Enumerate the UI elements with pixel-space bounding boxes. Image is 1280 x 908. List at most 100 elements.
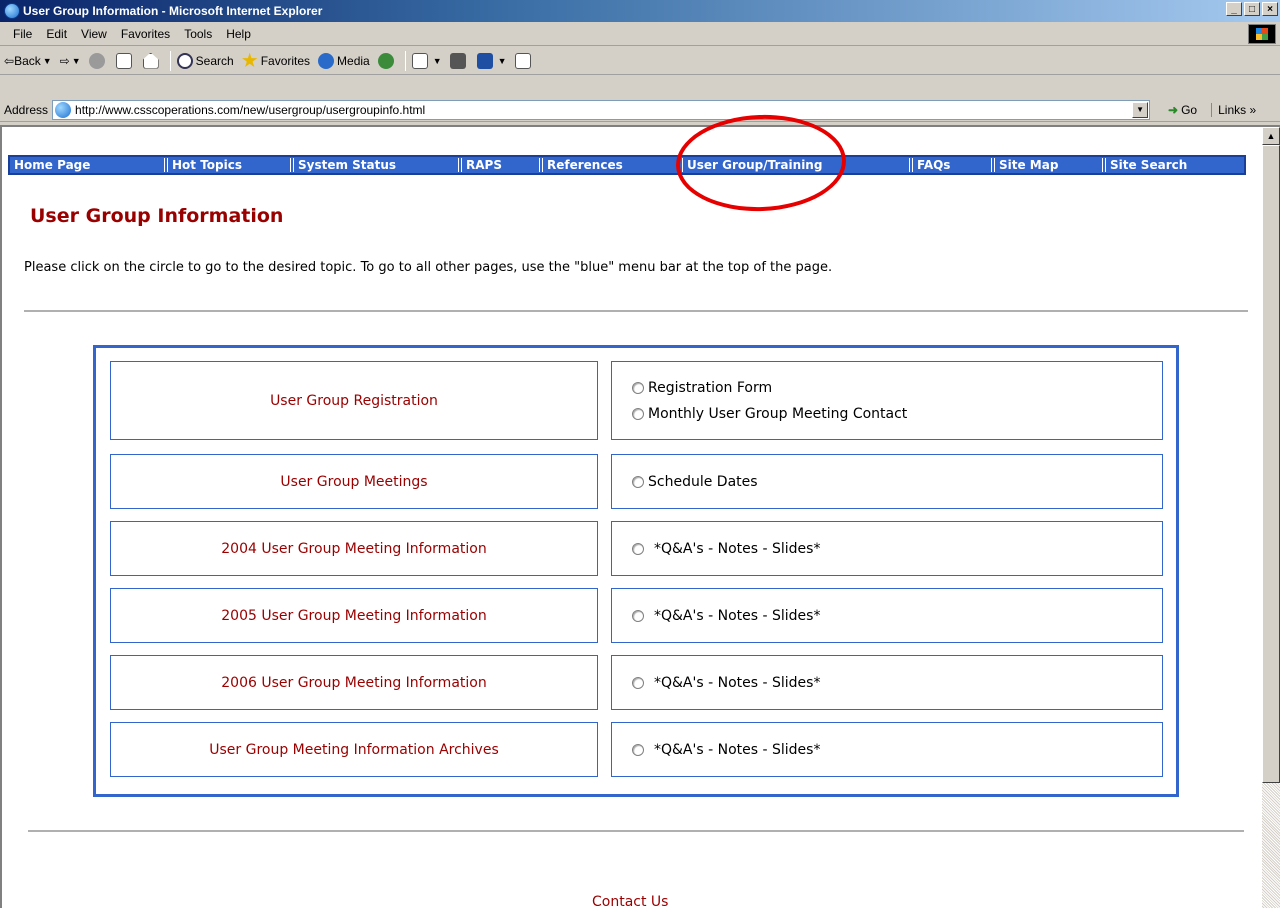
print-button[interactable] [449,52,469,69]
home-button[interactable] [142,52,162,69]
address-url: http://www.csscoperations.com/new/usergr… [75,102,426,117]
radio-2005-qa[interactable] [632,609,644,622]
window-controls: _ □ × [1226,2,1278,16]
row-label: 2006 User Group Meeting Information [221,674,487,691]
forward-button[interactable]: ⇨ ▼ [60,54,81,68]
home-icon [142,52,159,69]
row-label: User Group Registration [270,392,438,409]
nav-faqs[interactable]: FAQs [913,157,987,173]
nav-site-search[interactable]: Site Search [1106,157,1236,173]
radio-2006-qa[interactable] [632,676,644,689]
favorites-button[interactable]: Favorites [242,52,310,69]
row-label-cell: 2004 User Group Meeting Information [110,521,598,576]
word-icon [476,52,493,69]
page-title: User Group Information [30,205,284,227]
page-icon [55,101,72,118]
address-label: Address [4,102,49,117]
option-label: Registration Form [648,379,773,396]
nav-user-group-training[interactable]: User Group/Training [683,157,905,173]
divider-bottom [28,830,1244,832]
menu-tools[interactable]: Tools [177,27,219,41]
menu-favorites[interactable]: Favorites [114,27,177,41]
chevron-down-icon[interactable]: ▼ [498,56,507,66]
media-label: Media [337,53,370,68]
history-icon [377,52,394,69]
search-button[interactable]: Search [176,52,234,69]
favorites-star-icon [242,52,258,68]
nav-references[interactable]: References [543,157,675,173]
maximize-button[interactable]: □ [1244,2,1260,16]
option-label: Monthly User Group Meeting Contact [648,405,908,422]
minimize-button[interactable]: _ [1226,2,1242,16]
address-input[interactable]: http://www.csscoperations.com/new/usergr… [52,99,1151,120]
row-options-cell: *Q&A's - Notes - Slides* [611,722,1163,777]
media-button[interactable]: Media [318,52,370,69]
search-label: Search [195,53,234,68]
row-options-cell: *Q&A's - Notes - Slides* [611,521,1163,576]
radio-schedule-dates[interactable] [632,475,644,488]
history-button[interactable] [377,52,397,69]
menu-file[interactable]: File [6,27,39,41]
option-label: *Q&A's - Notes - Slides* [654,607,821,624]
edit-word-button[interactable]: ▼ [476,52,507,69]
refresh-button[interactable] [115,52,135,69]
nav-system-status[interactable]: System Status [294,157,454,173]
radio-2004-qa[interactable] [632,542,644,555]
scroll-thumb[interactable] [1262,145,1280,783]
vertical-scrollbar[interactable]: ▲ [1262,127,1280,908]
go-button[interactable]: ➜ Go [1168,103,1197,117]
option: Monthly User Group Meeting Contact [632,401,1162,427]
contact-us-link[interactable]: Contact Us [592,894,668,908]
topics-table: User Group Registration Registration For… [93,345,1179,797]
address-dropdown-icon[interactable]: ▼ [1132,101,1149,118]
row-label: User Group Meetings [280,473,428,490]
back-button[interactable]: ⇦ Back ▼ [4,54,52,68]
menu-bar: File Edit View Favorites Tools Help [0,22,1280,46]
row-options-cell: Schedule Dates [611,454,1163,509]
nav-hot-topics[interactable]: Hot Topics [168,157,286,173]
media-icon [318,52,335,69]
mail-button[interactable]: ▼ [411,52,442,69]
chevron-down-icon[interactable]: ▼ [72,56,81,66]
discuss-button[interactable] [514,52,534,69]
option: *Q&A's - Notes - Slides* [632,536,1162,562]
blue-menu-bar: Home Page Hot Topics System Status RAPS … [8,155,1246,175]
close-button[interactable]: × [1262,2,1278,16]
option: Registration Form [632,375,1162,401]
menu-edit[interactable]: Edit [39,27,74,41]
links-button[interactable]: Links » [1211,102,1256,117]
row-options-cell: *Q&A's - Notes - Slides* [611,588,1163,643]
chevron-down-icon[interactable]: ▼ [43,56,52,66]
back-arrow-icon: ⇦ [4,53,15,68]
row-label: User Group Meeting Information Archives [209,741,499,758]
back-label: Back [14,53,41,68]
window-title-bar: User Group Information - Microsoft Inter… [0,0,1280,22]
standard-toolbar: ⇦ Back ▼ ⇨ ▼ Search Favorites Media ▼ ▼ [0,47,1280,75]
stop-icon [88,52,105,69]
stop-button[interactable] [88,52,108,69]
row-label-cell: User Group Registration [110,361,598,440]
row-options-cell: *Q&A's - Notes - Slides* [611,655,1163,710]
instructions-text: Please click on the circle to go to the … [24,260,833,275]
row-label-cell: User Group Meeting Information Archives [110,722,598,777]
menu-view[interactable]: View [74,27,114,41]
window-title: User Group Information - Microsoft Inter… [23,4,323,18]
nav-site-map[interactable]: Site Map [995,157,1098,173]
nav-home-page[interactable]: Home Page [10,157,160,173]
print-icon [449,52,466,69]
chevron-down-icon[interactable]: ▼ [433,56,442,66]
ie-logo-icon [4,3,20,19]
mail-icon [411,52,428,69]
menu-help[interactable]: Help [219,27,258,41]
row-label: 2004 User Group Meeting Information [221,540,487,557]
discuss-icon [514,52,531,69]
search-icon [176,52,193,69]
radio-monthly-contact[interactable] [632,407,644,420]
row-label: 2005 User Group Meeting Information [221,607,487,624]
radio-registration-form[interactable] [632,381,644,394]
nav-raps[interactable]: RAPS [462,157,535,173]
radio-archives-qa[interactable] [632,743,644,756]
scroll-up-arrow-icon[interactable]: ▲ [1262,127,1280,145]
option: *Q&A's - Notes - Slides* [632,670,1162,696]
windows-logo-icon [1248,24,1276,44]
